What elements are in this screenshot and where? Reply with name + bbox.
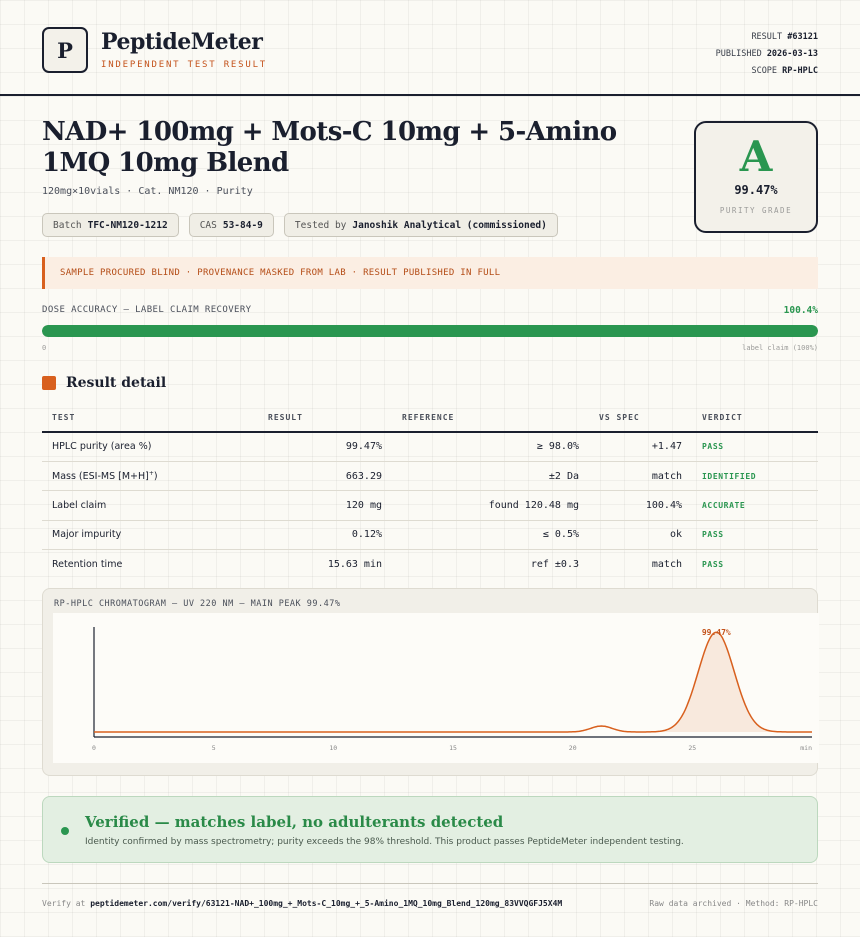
chromatogram-title: RP-HPLC CHROMATOGRAM — UV 220 NM — MAIN …	[54, 599, 341, 609]
cell-verdict: PASS	[702, 560, 724, 569]
cell-test: Major impurity	[42, 520, 220, 551]
x-tick-label: 5	[212, 744, 216, 752]
col-result: RESULT	[220, 403, 382, 433]
x-tick-label: 25	[688, 744, 696, 752]
cell-verdict: IDENTIFIED	[682, 461, 818, 492]
report-header: P PeptideMeter INDEPENDENT TEST RESULT R…	[0, 0, 860, 96]
verified-banner: Verified — matches label, no adulterants…	[42, 796, 818, 863]
x-tick-label: 0	[92, 744, 96, 752]
dose-accuracy-fill	[42, 325, 818, 337]
cell-result: 15.63 min	[327, 559, 382, 570]
verified-description: Identity confirmed by mass spectrometry;…	[85, 837, 684, 847]
chromatogram-plot-area: 99.47% 0 5 10 15 20 25 min	[53, 613, 819, 763]
grade-letter: A	[739, 132, 773, 181]
verify-line: Verify at peptidemeter.com/verify/63121-…	[42, 899, 563, 908]
cell-test: HPLC purity (area %)	[42, 432, 220, 462]
col-test: TEST	[42, 403, 220, 433]
x-tick-label: min	[800, 744, 812, 752]
result-table: TEST RESULT REFERENCE VS SPEC VERDICT HP…	[42, 403, 818, 579]
report-footer: Verify at peptidemeter.com/verify/63121-…	[42, 883, 818, 923]
batch-chip: Batch TFC-NM120-1212	[42, 213, 179, 237]
table-row: HPLC purity (area %) 99.47% ≥ 98.0% +1.4…	[42, 432, 818, 462]
result-detail-heading: Result detail	[42, 375, 166, 391]
dose-max-label: label claim (100%)	[742, 344, 818, 352]
main-peak-fill	[644, 632, 789, 732]
cell-reference: ≥ 98.0%	[382, 432, 579, 462]
dose-accuracy-label: DOSE ACCURACY — LABEL CLAIM RECOVERY	[42, 305, 252, 315]
cas-chip: CAS 53-84-9	[188, 213, 274, 237]
cell-test: Label claim	[42, 490, 220, 521]
cell-reference: ±2 Da	[382, 461, 579, 492]
dose-accuracy-bar	[42, 325, 818, 337]
x-tick-label: 10	[329, 744, 337, 752]
brand-logo: P	[42, 27, 88, 73]
grade-label: PURITY GRADE	[719, 206, 793, 215]
x-tick-label: 20	[569, 744, 577, 752]
blind-procurement-notice: SAMPLE PROCURED BLIND · PROVENANCE MASKE…	[42, 257, 818, 289]
col-spec: VS SPEC	[579, 403, 682, 433]
cell-reference: ≤ 0.5%	[382, 520, 579, 551]
cell-test: Mass (ESI-MS [M+H]+)	[42, 461, 220, 492]
footer-method: Raw data archived · Method: RP-HPLC	[649, 899, 818, 908]
dose-accuracy-value: 100.4%	[783, 305, 818, 316]
tested-by-chip: Tested by Janoshik Analytical (commission…	[283, 213, 558, 237]
verify-link[interactable]: peptidemeter.com/verify/63121-NAD+_100mg…	[90, 899, 562, 908]
verified-title: Verified — matches label, no adulterants…	[85, 813, 504, 831]
cell-verdict: PASS	[682, 432, 818, 462]
brand-subtitle: INDEPENDENT TEST RESULT	[101, 60, 268, 70]
chromatogram-panel: RP-HPLC CHROMATOGRAM — UV 220 NM — MAIN …	[42, 588, 819, 776]
table-row: Major impurity 0.12% ≤ 0.5% ok PASS	[42, 520, 818, 551]
col-verdict: VERDICT	[682, 403, 818, 433]
table-row: Retention time 15.63 min ref ±0.3 match …	[42, 550, 818, 579]
cell-spec: match	[579, 461, 682, 492]
report-meta: RESULT #63121 PUBLISHED 2026-03-13 SCOPE…	[716, 29, 818, 80]
section-title: Result detail	[66, 375, 167, 391]
meta-result: RESULT #63121	[751, 32, 818, 42]
cell-spec: ok	[579, 520, 682, 551]
product-title: NAD+ 100mg + Mots-C 10mg + 5-Amino 1MQ 1…	[42, 117, 617, 178]
table-row: Mass (ESI-MS [M+H]+) 663.29 ±2 Da match …	[42, 461, 818, 492]
dose-min-label: 0	[42, 344, 47, 352]
cell-result: 99.47%	[220, 432, 382, 462]
cell-spec: 100.4%	[579, 490, 682, 521]
cell-spec: +1.47	[579, 432, 682, 462]
cell-test: Retention time	[52, 559, 123, 570]
brand-name: PeptideMeter	[101, 29, 263, 55]
cell-reference: ref ±0.3	[530, 559, 579, 570]
meta-scope: SCOPE RP-HPLC	[751, 66, 818, 76]
purity-grade-card: A 99.47% PURITY GRADE	[694, 121, 818, 233]
cell-result: 120 mg	[220, 490, 382, 521]
verified-dot-icon	[61, 827, 69, 835]
table-header-row: TEST RESULT REFERENCE VS SPEC VERDICT	[42, 403, 818, 433]
section-marker-icon	[42, 376, 56, 390]
cell-verdict: PASS	[682, 520, 818, 551]
cell-verdict: ACCURATE	[682, 490, 818, 521]
product-subtitle: 120mg×10vials · Cat. NM120 · Purity	[42, 186, 253, 197]
grade-value: 99.47%	[734, 183, 778, 197]
meta-published: PUBLISHED 2026-03-13	[715, 49, 818, 59]
x-tick-label: 15	[449, 744, 457, 752]
peak-label: 99.47%	[702, 628, 731, 637]
chromatogram-chart: 99.47% 0 5 10 15 20 25 min	[92, 627, 812, 752]
product-chips: Batch TFC-NM120-1212 CAS 53-84-9 Tested by…	[42, 213, 558, 237]
x-tick-labels: 0 5 10 15 20 25 min	[92, 744, 812, 752]
cell-reference: found 120.48 mg	[382, 490, 579, 521]
cell-result: 663.29	[220, 461, 382, 492]
col-reference: REFERENCE	[382, 403, 579, 433]
cell-spec: match	[651, 559, 682, 570]
cell-result: 0.12%	[220, 520, 382, 551]
table-row: Label claim 120 mg found 120.48 mg 100.4…	[42, 490, 818, 521]
